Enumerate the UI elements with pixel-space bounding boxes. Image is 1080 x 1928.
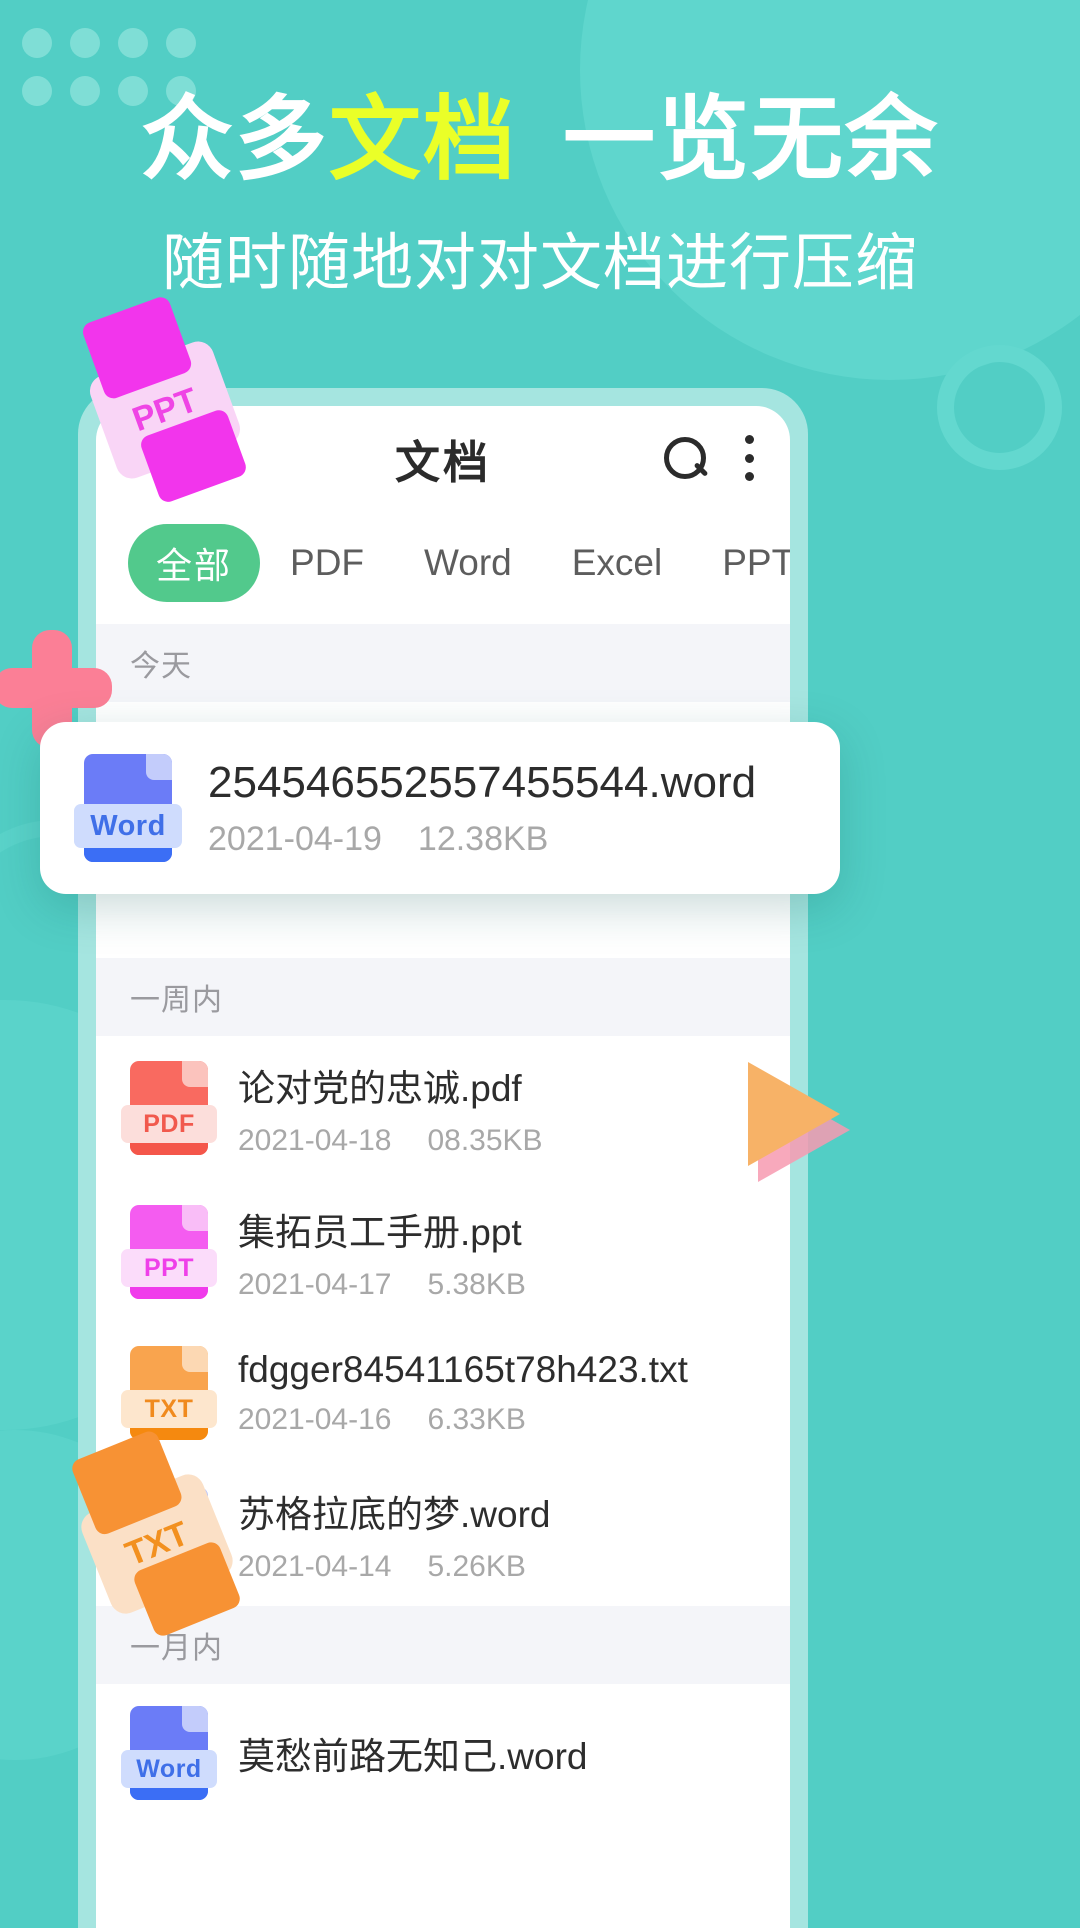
file-name: 论对党的忠诚.pdf <box>238 1068 522 1109</box>
headline-part1: 众多 <box>140 89 329 191</box>
search-icon[interactable] <box>662 435 708 481</box>
file-date: 2021-04-17 <box>238 1268 392 1301</box>
file-name: fdgger84541165t78h423.txt <box>238 1349 688 1390</box>
ppt-file-icon: PPT <box>121 1205 217 1299</box>
file-date: 2021-04-18 <box>238 1124 392 1157</box>
file-date: 2021-04-16 <box>238 1403 392 1436</box>
decorative-triangle <box>748 1062 840 1166</box>
file-size: 12.38KB <box>417 819 549 858</box>
file-type-badge: Word <box>121 1750 217 1788</box>
decorative-ring <box>937 345 1062 470</box>
section-header-today: 今天 <box>96 624 790 702</box>
file-name: 254546552557455544.word <box>208 757 757 807</box>
file-type-badge: TXT <box>121 1390 217 1428</box>
more-vertical-icon[interactable] <box>742 435 756 481</box>
tab-excel[interactable]: Excel <box>542 542 692 584</box>
file-date: 2021-04-14 <box>238 1550 392 1583</box>
table-row[interactable]: Word 莫愁前路无知己.word <box>96 1684 790 1822</box>
tab-pdf[interactable]: PDF <box>260 542 394 584</box>
headline-highlight: 文档 <box>328 89 517 191</box>
table-row[interactable]: PPT 集拓员工手册.ppt 2021-04-17 5.38KB <box>96 1180 790 1324</box>
file-name: 苏格拉底的梦.word <box>238 1494 551 1535</box>
word-file-icon: Word <box>74 754 182 862</box>
highlighted-file-card[interactable]: Word 254546552557455544.word 2021-04-19 … <box>40 722 840 894</box>
file-type-badge: PDF <box>121 1105 217 1143</box>
file-size: 08.35KB <box>427 1124 543 1157</box>
file-name: 莫愁前路无知己.word <box>238 1736 588 1777</box>
file-size: 5.26KB <box>427 1550 526 1583</box>
file-size: 5.38KB <box>427 1268 526 1301</box>
phone-screen: 文档 全部 PDF Word Excel PPT TXT 今天 Word 254… <box>96 406 790 1928</box>
section-header-week: 一周内 <box>96 958 790 1036</box>
tab-word[interactable]: Word <box>394 542 542 584</box>
promo-headline: 众多文档 一览无余 <box>0 89 1080 191</box>
file-size: 6.33KB <box>427 1403 526 1436</box>
pdf-file-icon: PDF <box>121 1061 217 1155</box>
tab-all[interactable]: 全部 <box>128 524 261 602</box>
tab-ppt[interactable]: PPT <box>692 542 790 584</box>
file-date: 2021-04-19 <box>208 819 382 858</box>
headline-part2: 一览无余 <box>563 89 940 191</box>
filter-tabs: 全部 PDF Word Excel PPT TXT <box>96 510 790 624</box>
word-file-icon: Word <box>121 1706 217 1800</box>
table-row[interactable]: PDF 论对党的忠诚.pdf 2021-04-18 08.35KB <box>96 1036 790 1180</box>
phone-mockup: 文档 全部 PDF Word Excel PPT TXT 今天 Word 254… <box>78 388 808 1928</box>
file-name: 集拓员工手册.ppt <box>238 1212 522 1253</box>
promo-subheadline: 随时随地对对文档进行压缩 <box>161 229 918 298</box>
file-type-badge: Word <box>74 804 182 848</box>
file-type-badge: PPT <box>121 1249 217 1287</box>
table-row[interactable]: TXT fdgger84541165t78h423.txt 2021-04-16… <box>96 1324 790 1462</box>
txt-file-icon: TXT <box>121 1346 217 1440</box>
